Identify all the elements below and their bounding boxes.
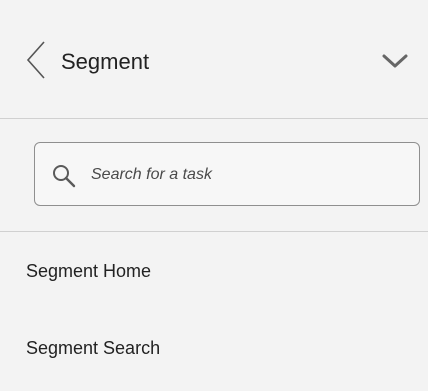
chevron-down-icon[interactable] (380, 52, 410, 70)
chevron-left-icon[interactable] (24, 40, 48, 80)
panel-title: Segment (61, 49, 150, 74)
header-divider (0, 118, 428, 119)
nav-item-segment-home[interactable]: Segment Home (0, 243, 428, 303)
search-box[interactable] (34, 142, 420, 206)
task-navigation-panel: Segment Segment Home Segment Search (0, 0, 428, 391)
panel-header: Segment (0, 0, 428, 118)
search-input[interactable] (91, 163, 391, 187)
nav-item-label: Segment Home (26, 261, 152, 281)
nav-item-label: Segment Search (26, 338, 161, 358)
nav-item-segment-search[interactable]: Segment Search (0, 320, 428, 380)
search-divider (0, 231, 428, 232)
search-icon (53, 165, 76, 188)
